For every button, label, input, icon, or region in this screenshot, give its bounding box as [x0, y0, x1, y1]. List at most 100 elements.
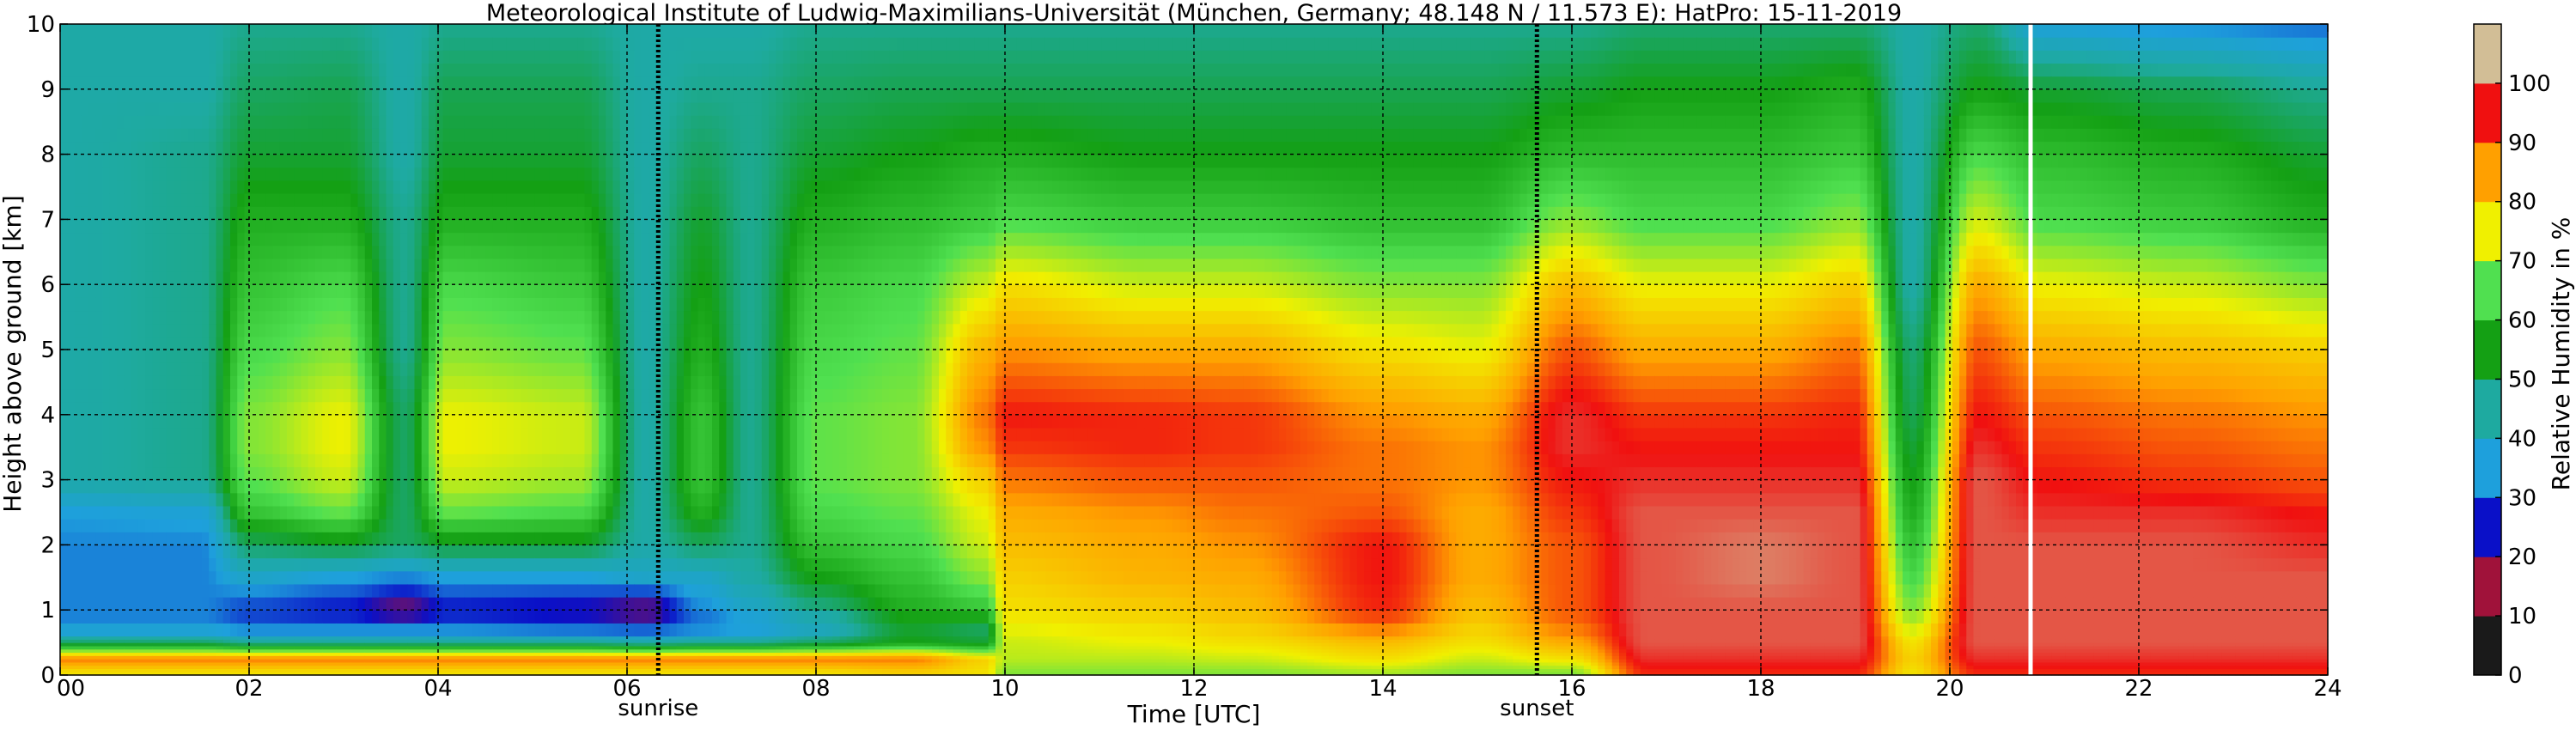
heatmap-cell	[117, 414, 125, 429]
heatmap-cell	[372, 661, 380, 666]
heatmap-cell	[194, 350, 203, 363]
heatmap-cell	[237, 350, 246, 363]
heatmap-cell	[194, 24, 203, 38]
heatmap-cell	[393, 167, 401, 181]
heatmap-cell	[357, 597, 366, 611]
heatmap-cell	[251, 414, 259, 429]
heatmap-cell	[591, 128, 600, 143]
heatmap-cell	[67, 350, 76, 363]
heatmap-cell	[457, 652, 465, 656]
heatmap-cell	[619, 219, 628, 234]
heatmap-cell	[442, 441, 451, 454]
heatmap-cell	[584, 284, 593, 298]
heatmap-cell	[556, 427, 564, 441]
heatmap-cell	[556, 466, 564, 481]
heatmap-cell	[60, 375, 68, 390]
heatmap-cell	[627, 63, 635, 77]
heatmap-cell	[386, 206, 394, 220]
heatmap-cell	[478, 655, 486, 660]
heatmap-cell	[279, 636, 288, 640]
heatmap-cell	[400, 193, 408, 207]
heatmap-cell	[350, 492, 359, 507]
heatmap-cell	[442, 623, 451, 637]
heatmap-cell	[137, 219, 146, 234]
heatmap-cell	[237, 388, 246, 403]
heatmap-cell	[478, 414, 486, 429]
heatmap-cell	[612, 245, 621, 259]
heatmap-cell	[202, 323, 210, 338]
heatmap-cell	[591, 297, 600, 312]
heatmap-cell	[506, 362, 515, 376]
heatmap-cell	[137, 505, 146, 520]
heatmap-cell	[102, 668, 111, 672]
heatmap-cell	[294, 639, 302, 643]
heatmap-cell	[322, 668, 331, 672]
heatmap-cell	[379, 271, 387, 285]
heatmap-cell	[521, 655, 529, 660]
heatmap-cell	[315, 505, 323, 520]
heatmap-cell	[542, 479, 550, 494]
heatmap-cell	[648, 642, 656, 647]
heatmap-cell	[556, 441, 564, 454]
heatmap-cell	[527, 388, 536, 403]
heatmap-cell	[577, 453, 586, 468]
heatmap-cell	[591, 639, 600, 643]
heatmap-cell	[336, 583, 344, 598]
heatmap-cell	[117, 479, 125, 494]
heatmap-cell	[102, 652, 111, 656]
heatmap-cell	[407, 623, 416, 637]
heatmap-cell	[102, 466, 111, 481]
heatmap-cell	[634, 154, 642, 168]
heatmap-cell	[556, 154, 564, 168]
heatmap-cell	[166, 63, 174, 77]
heatmap-cell	[634, 668, 642, 672]
heatmap-cell	[109, 532, 118, 545]
heatmap-cell	[549, 76, 557, 90]
heatmap-cell	[137, 310, 146, 325]
heatmap-cell	[180, 193, 189, 207]
heatmap-cell	[599, 88, 606, 103]
heatmap-cell	[442, 141, 451, 155]
heatmap-cell	[372, 258, 380, 272]
heatmap-cell	[435, 466, 444, 481]
heatmap-cell	[435, 128, 444, 143]
heatmap-cell	[95, 141, 104, 155]
heatmap-cell	[478, 597, 486, 611]
heatmap-cell	[612, 310, 621, 325]
heatmap-cell	[166, 642, 174, 647]
heatmap-cell	[435, 50, 444, 64]
heatmap-cell	[449, 63, 458, 77]
heatmap-cell	[514, 128, 521, 143]
heatmap-cell	[187, 652, 196, 656]
heatmap-cell	[187, 645, 196, 650]
heatmap-cell	[209, 492, 217, 507]
heatmap-cell	[612, 76, 621, 90]
heatmap-cell	[606, 636, 614, 640]
heatmap-cell	[174, 652, 181, 656]
heatmap-cell	[137, 271, 146, 285]
heatmap-cell	[109, 245, 118, 259]
heatmap-cell	[109, 441, 118, 454]
heatmap-cell	[237, 636, 246, 640]
heatmap-cell	[209, 466, 217, 481]
heatmap-cell	[421, 219, 429, 234]
heatmap-cell	[117, 427, 125, 441]
heatmap-cell	[187, 544, 196, 559]
heatmap-cell	[259, 557, 266, 572]
heatmap-cell	[478, 179, 486, 194]
heatmap-cell	[527, 350, 536, 363]
heatmap-cell	[527, 659, 536, 663]
heatmap-cell	[379, 167, 387, 181]
heatmap-cell	[485, 492, 493, 507]
heatmap-cell	[471, 668, 479, 672]
heatmap-cell	[294, 401, 302, 416]
heatmap-cell	[244, 441, 253, 454]
heatmap-cell	[194, 401, 203, 416]
heatmap-cell	[521, 636, 529, 640]
heatmap-cell	[216, 63, 224, 77]
heatmap-cell	[137, 141, 146, 155]
heatmap-cell	[556, 336, 564, 350]
heatmap-cell	[442, 350, 451, 363]
heatmap-cell	[386, 362, 394, 376]
heatmap-cell	[435, 232, 444, 246]
